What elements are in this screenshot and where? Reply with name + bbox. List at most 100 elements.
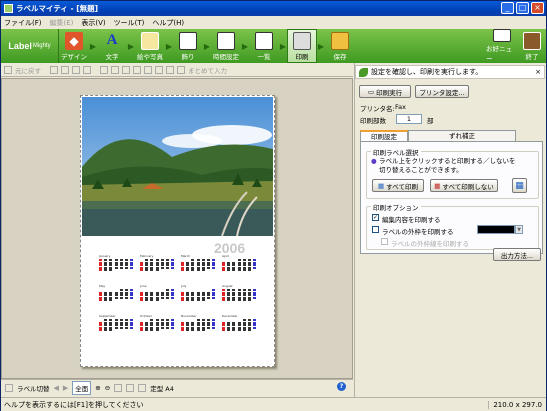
month-days xyxy=(222,289,258,301)
print-outline-checkbox[interactable] xyxy=(381,238,388,245)
print-edit-checkbox[interactable]: ✓ xyxy=(372,214,379,221)
month-name: February xyxy=(140,254,154,258)
month-name: September xyxy=(99,314,116,318)
step-text[interactable]: A 文字 xyxy=(97,29,127,63)
door-icon xyxy=(523,31,541,50)
no-print-icon: ▦ xyxy=(434,181,441,190)
design-icon: ◆ xyxy=(65,31,83,50)
step-decoration[interactable]: 飾り xyxy=(173,29,203,63)
decoration-icon xyxy=(179,31,197,50)
menu-view[interactable]: 表示(V) xyxy=(81,18,105,28)
calendar-month: January xyxy=(99,254,135,271)
window-title: ラベルマイティ - [無題] xyxy=(16,4,99,13)
tab-content: 印刷ラベル選択 ● ラベル上をクリックすると印刷する／しないを切り替えることがで… xyxy=(360,141,543,254)
label-switch-icon xyxy=(5,383,13,392)
print-execute-button[interactable]: ▭ 印刷実行 xyxy=(359,85,411,98)
landscape-photo[interactable] xyxy=(82,97,273,236)
calendar-month: October xyxy=(140,314,176,331)
app-window: ラベルマイティ - [無題] _ □ × ファイル(F) 編集(E) 表示(V)… xyxy=(0,0,547,411)
tab-offset-correction[interactable]: ずれ補正 xyxy=(408,130,516,141)
step-design[interactable]: ◆ デザイン xyxy=(59,29,89,63)
print-options-group: 印刷オプション ✓ 編集内容を印刷する ラベルの外枠を印刷する ▼ ラベルの外枠… xyxy=(366,202,539,250)
align-icon[interactable] xyxy=(100,65,108,74)
menu-file[interactable]: ファイル(F) xyxy=(4,18,42,28)
app-icon xyxy=(4,4,13,13)
undo-button[interactable]: 元に戻す xyxy=(15,65,41,75)
grid-toggle-icon[interactable] xyxy=(166,65,174,74)
printer-name-label: プリンタ名: xyxy=(360,105,395,113)
label-sheet[interactable]: 2006 January February March April May June Jul… xyxy=(80,95,275,367)
print-frame-label: ラベルの外枠を印刷する xyxy=(382,228,454,236)
rotate-icon[interactable] xyxy=(122,65,130,74)
edit-toolbar: 元に戻す まとめて入力 xyxy=(1,63,353,77)
picture-icon xyxy=(141,31,159,50)
month-name: April xyxy=(222,254,229,258)
zoom-out-icon[interactable]: ⊖ xyxy=(105,384,110,392)
close-button[interactable]: × xyxy=(531,2,544,14)
label-select-group: 印刷ラベル選択 ● ラベル上をクリックすると印刷する／しないを切り替えることがで… xyxy=(366,147,539,199)
arrow-icon: ▶ xyxy=(241,41,249,51)
prev-arrow-icon[interactable]: ◀ xyxy=(54,384,59,392)
step-time[interactable]: 時間設定 xyxy=(211,29,241,63)
month-days xyxy=(181,259,217,271)
step-toolbar: Label Mighty ◆ デザイン ▶ A 文字 ▶ 絵や写真 ▶ 飾り ▶ 時間… xyxy=(1,29,546,63)
print-frame-checkbox[interactable] xyxy=(372,226,379,233)
delete-icon[interactable] xyxy=(83,65,91,74)
leaf-icon xyxy=(359,67,368,77)
chevron-down-icon[interactable]: ▼ xyxy=(515,225,523,234)
panel-header: 設定を確認し、印刷を実行します。 × xyxy=(355,65,545,79)
menu-bar: ファイル(F) 編集(E) 表示(V) ツール(T) ヘルプ(H) xyxy=(1,16,546,29)
copy-icon[interactable] xyxy=(61,65,69,74)
step-list[interactable]: 一覧 xyxy=(249,29,279,63)
frame-icon[interactable] xyxy=(155,65,163,74)
favorites-menu-button[interactable]: お好ニュー xyxy=(486,29,518,63)
preview-area[interactable]: 2006 January February March April May June Jul… xyxy=(1,78,353,379)
split-view-icon[interactable] xyxy=(126,383,135,392)
menu-help[interactable]: ヘルプ(H) xyxy=(152,18,184,28)
month-days xyxy=(99,259,135,271)
layer-icon[interactable] xyxy=(111,65,119,74)
next-arrow-icon[interactable]: ▶ xyxy=(63,384,68,392)
text-icon: A xyxy=(106,32,118,48)
print-all-button[interactable]: ▦ すべて印刷 xyxy=(372,179,424,192)
frame-color-select[interactable] xyxy=(477,225,515,234)
exit-button[interactable]: 終了 xyxy=(518,29,546,63)
close-panel-icon[interactable]: × xyxy=(535,68,541,76)
maximize-button[interactable]: □ xyxy=(516,2,529,14)
step-picture[interactable]: 絵や写真 xyxy=(135,29,165,63)
zoom-in-icon[interactable]: ⊕ xyxy=(95,384,100,392)
group-title: 印刷オプション xyxy=(371,202,421,212)
page-view-icon[interactable] xyxy=(114,383,123,392)
group-input-button[interactable]: まとめて入力 xyxy=(188,65,227,75)
menu-tools[interactable]: ツール(T) xyxy=(114,18,145,28)
label-switch-button[interactable]: ラベル切替 xyxy=(17,383,50,393)
month-name: July xyxy=(181,284,187,288)
calendar-month: December xyxy=(222,314,258,331)
step-print[interactable]: 印刷 xyxy=(287,29,317,63)
printer-settings-button[interactable]: プリンタ設定... xyxy=(415,85,469,98)
invert-selection-button[interactable]: ▦ xyxy=(512,178,527,193)
select-description: ラベル上をクリックすると印刷する／しないを切り替えることができます。 xyxy=(379,157,516,174)
month-days xyxy=(222,319,258,331)
step-save[interactable]: 保存 xyxy=(325,29,355,63)
month-name: October xyxy=(140,314,153,318)
copies-stepper[interactable]: 1 xyxy=(396,114,422,124)
menu-edit[interactable]: 編集(E) xyxy=(50,18,74,28)
tab-print-settings[interactable]: 印刷設定 xyxy=(360,130,408,141)
grid-icon xyxy=(493,29,511,42)
output-method-button[interactable]: 出力方法... xyxy=(493,248,541,261)
help-icon[interactable]: ? xyxy=(337,382,346,391)
paste-icon[interactable] xyxy=(72,65,80,74)
group-title: 印刷ラベル選択 xyxy=(371,147,421,157)
cut-icon[interactable] xyxy=(50,65,58,74)
minimize-button[interactable]: _ xyxy=(501,2,514,14)
print-none-button[interactable]: ▦ すべて印刷しない xyxy=(430,179,498,192)
print-panel: 設定を確認し、印刷を実行します。 × ▭ 印刷実行 プリンタ設定... プリンタ名… xyxy=(354,63,546,397)
lock-icon[interactable] xyxy=(144,65,152,74)
month-name: August xyxy=(222,284,233,288)
fit-all-button[interactable]: 全面 xyxy=(72,380,92,395)
month-name: May xyxy=(99,284,106,288)
panel-header-text: 設定を確認し、印刷を実行します。 xyxy=(371,68,483,76)
flip-icon[interactable] xyxy=(133,65,141,74)
bullet-icon: ● xyxy=(371,157,377,165)
